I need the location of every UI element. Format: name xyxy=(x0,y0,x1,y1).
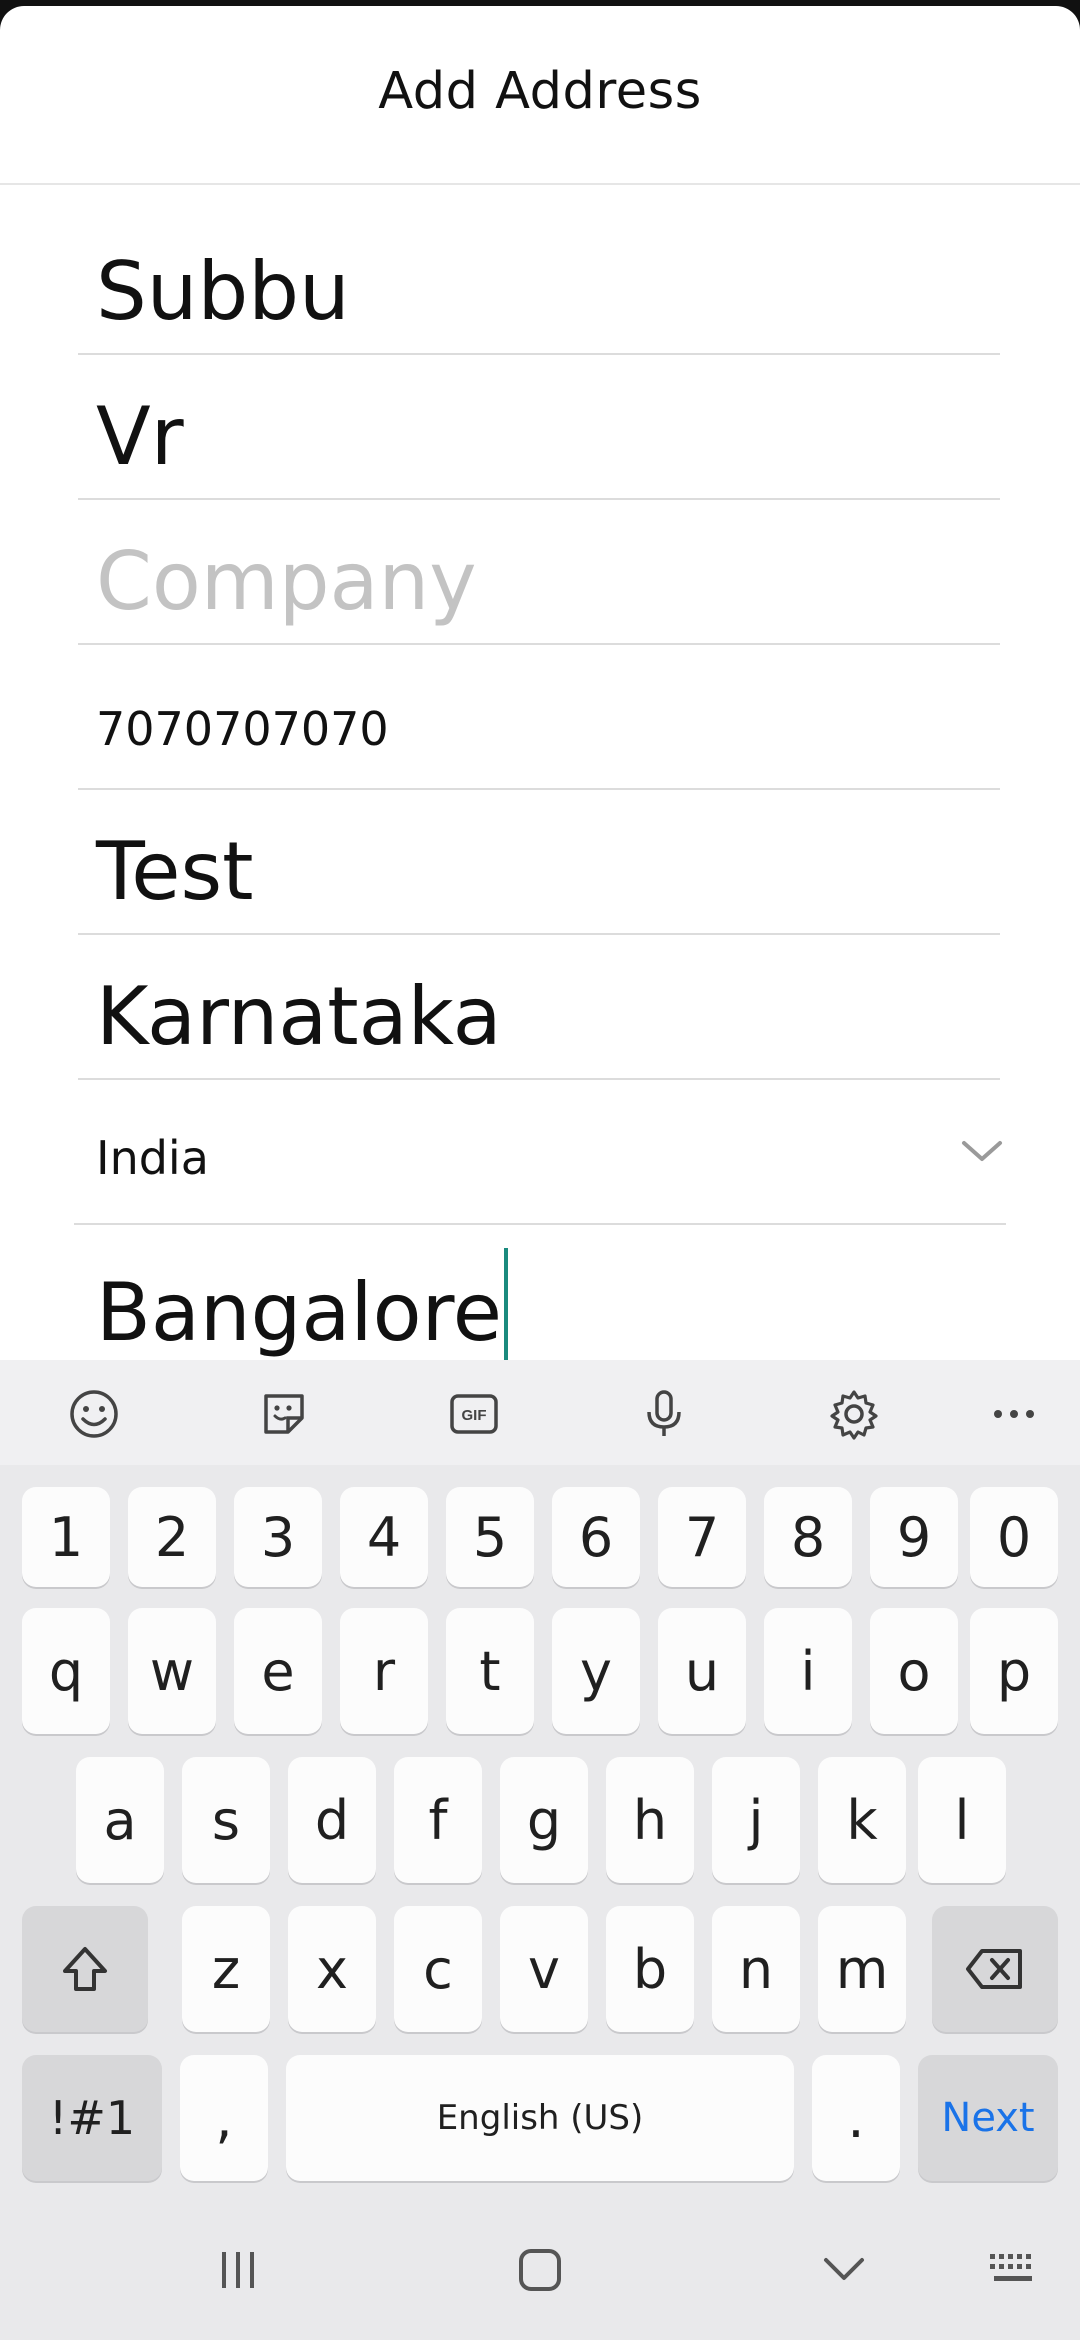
city-field[interactable]: Bangalore xyxy=(78,1246,1000,1360)
page-title: Add Address xyxy=(378,62,702,121)
key-l[interactable]: l xyxy=(918,1757,1006,1883)
city-value: Bangalore xyxy=(96,1266,502,1359)
key-4[interactable]: 4 xyxy=(340,1487,428,1587)
key-h[interactable]: h xyxy=(606,1757,694,1883)
key-7[interactable]: 7 xyxy=(658,1487,746,1587)
text-caret xyxy=(503,1248,508,1360)
key-0[interactable]: 0 xyxy=(970,1487,1058,1587)
key-g[interactable]: g xyxy=(500,1757,588,1883)
address-field[interactable]: Test xyxy=(78,811,1000,935)
key-f[interactable]: f xyxy=(394,1757,482,1883)
key-b[interactable]: b xyxy=(606,1906,694,2032)
key-9[interactable]: 9 xyxy=(870,1487,958,1587)
keyboard: GIF 1 2 3 4 5 6 7 8 9 0 q w e r t y u i … xyxy=(0,1360,1080,2200)
svg-text:GIF: GIF xyxy=(462,1407,487,1424)
key-k[interactable]: k xyxy=(818,1757,906,1883)
space-key[interactable]: English (US) xyxy=(286,2055,794,2181)
key-j[interactable]: j xyxy=(712,1757,800,1883)
key-c[interactable]: c xyxy=(394,1906,482,2032)
recents-icon[interactable] xyxy=(214,2248,262,2292)
key-2[interactable]: 2 xyxy=(128,1487,216,1587)
key-q[interactable]: q xyxy=(22,1608,110,1734)
backspace-key[interactable] xyxy=(932,1906,1058,2032)
period-key[interactable]: . xyxy=(812,2055,900,2181)
comma-key[interactable]: , xyxy=(180,2055,268,2181)
first-name-field[interactable]: Subbu xyxy=(78,231,1000,355)
key-e[interactable]: e xyxy=(234,1608,322,1734)
country-value: India xyxy=(96,1131,209,1185)
country-dropdown[interactable]: India xyxy=(74,1101,1006,1225)
keyboard-toolbar: GIF xyxy=(0,1360,1080,1465)
key-8[interactable]: 8 xyxy=(764,1487,852,1587)
key-w[interactable]: w xyxy=(128,1608,216,1734)
header: Add Address xyxy=(0,6,1080,185)
state-field[interactable]: Karnataka xyxy=(78,956,1000,1080)
more-icon[interactable] xyxy=(988,1388,1040,1440)
key-o[interactable]: o xyxy=(870,1608,958,1734)
key-i[interactable]: i xyxy=(764,1608,852,1734)
key-p[interactable]: p xyxy=(970,1608,1058,1734)
key-v[interactable]: v xyxy=(500,1906,588,2032)
home-icon[interactable] xyxy=(516,2246,564,2294)
emoji-icon[interactable] xyxy=(68,1388,120,1440)
last-name-field[interactable]: Vr xyxy=(78,376,1000,500)
key-a[interactable]: a xyxy=(76,1757,164,1883)
key-r[interactable]: r xyxy=(340,1608,428,1734)
first-name-value: Subbu xyxy=(96,245,350,338)
shift-key[interactable] xyxy=(22,1906,148,2032)
key-z[interactable]: z xyxy=(182,1906,270,2032)
company-field[interactable]: Company xyxy=(78,521,1000,645)
key-u[interactable]: u xyxy=(658,1608,746,1734)
backspace-icon xyxy=(966,1949,1022,1989)
key-d[interactable]: d xyxy=(288,1757,376,1883)
mic-icon[interactable] xyxy=(638,1388,690,1440)
state-value: Karnataka xyxy=(96,970,502,1063)
key-x[interactable]: x xyxy=(288,1906,376,2032)
add-address-sheet: Add Address Subbu Vr Company 7070707070 … xyxy=(0,6,1080,1360)
settings-icon[interactable] xyxy=(828,1388,880,1440)
key-y[interactable]: y xyxy=(552,1608,640,1734)
key-t[interactable]: t xyxy=(446,1608,534,1734)
last-name-value: Vr xyxy=(96,390,184,483)
chevron-down-icon xyxy=(962,1141,1002,1161)
key-3[interactable]: 3 xyxy=(234,1487,322,1587)
key-s[interactable]: s xyxy=(182,1757,270,1883)
city-input[interactable]: Bangalore xyxy=(96,1248,508,1360)
phone-value: 7070707070 xyxy=(96,702,389,756)
key-5[interactable]: 5 xyxy=(446,1487,534,1587)
gif-icon[interactable]: GIF xyxy=(448,1388,500,1440)
symbols-key[interactable]: !#1 xyxy=(22,2055,162,2181)
company-placeholder: Company xyxy=(96,535,477,628)
keyboard-icon[interactable] xyxy=(988,2250,1038,2290)
key-1[interactable]: 1 xyxy=(22,1487,110,1587)
key-6[interactable]: 6 xyxy=(552,1487,640,1587)
address-value: Test xyxy=(96,825,254,918)
next-key[interactable]: Next xyxy=(918,2055,1058,2181)
shift-icon xyxy=(63,1947,107,1991)
system-navbar xyxy=(0,2200,1080,2340)
key-n[interactable]: n xyxy=(712,1906,800,2032)
back-chevron-icon[interactable] xyxy=(820,2252,868,2288)
phone-field[interactable]: 7070707070 xyxy=(78,666,1000,790)
key-m[interactable]: m xyxy=(818,1906,906,2032)
sticker-icon[interactable] xyxy=(258,1388,310,1440)
